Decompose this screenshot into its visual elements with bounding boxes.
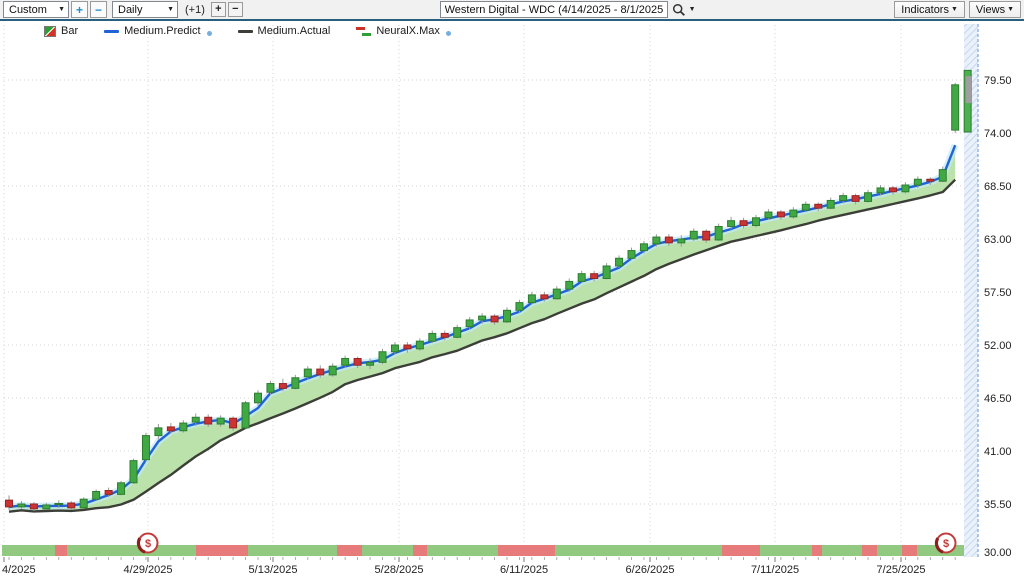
- y-axis-label: 30.00: [984, 547, 1012, 559]
- info-dot-icon: [445, 31, 451, 36]
- toolbar-right-group: Indicators ▼ Views ▼: [890, 1, 1022, 18]
- x-axis-label: 4/29/2025: [124, 564, 173, 576]
- candlestick-series: [5, 82, 960, 511]
- x-axis-labels: 4/2025 4/29/2025 5/13/2025 5/28/2025 6/11/20…: [2, 564, 925, 576]
- step-up-button[interactable]: +: [210, 2, 226, 17]
- dollar-icon: $: [943, 538, 949, 550]
- legend-item-neuralx-max[interactable]: NeuralX.Max: [356, 25, 451, 37]
- actual-line-icon: [237, 29, 253, 33]
- y-axis-label: 52.00: [984, 340, 1012, 352]
- x-axis-label: 6/11/2025: [500, 564, 548, 576]
- predict-line-icon: [104, 29, 120, 33]
- chevron-down-icon: ▼: [1007, 6, 1015, 13]
- y-axis-label: 74.00: [984, 128, 1012, 140]
- toolbar-center-group: ▼: [439, 1, 696, 18]
- legend-neural-label: NeuralX.Max: [376, 25, 440, 37]
- x-axis-label: 4/2025: [2, 564, 36, 576]
- legend-item-bar[interactable]: Bar: [44, 25, 78, 37]
- x-axis-label: 5/13/2025: [249, 564, 298, 576]
- y-axis-label: 57.50: [984, 287, 1012, 299]
- y-axis-label: 41.00: [984, 446, 1012, 458]
- dollar-icon: $: [145, 538, 151, 550]
- price-chart-canvas[interactable]: 4/2025 4/29/2025 5/13/2025 5/28/2025 6/11/20…: [0, 0, 1024, 582]
- range-select-value: Custom: [9, 3, 47, 16]
- x-axis-label: 6/26/2025: [626, 564, 675, 576]
- chevron-down-icon: ▼: [58, 6, 65, 13]
- legend-predict-label: Medium.Predict: [124, 25, 201, 37]
- chevron-down-icon: ▼: [950, 6, 958, 13]
- legend-item-medium-predict[interactable]: Medium.Predict: [104, 25, 212, 37]
- bar-offset-label: (+1): [185, 3, 205, 16]
- range-select[interactable]: Custom ▼: [3, 1, 69, 18]
- views-button[interactable]: Views ▼: [968, 1, 1022, 18]
- chart-legend: Bar Medium.Predict Medium.Actual NeuralX…: [44, 25, 451, 37]
- step-down-button[interactable]: −: [227, 2, 243, 17]
- search-icon: [672, 3, 685, 16]
- legend-bar-label: Bar: [61, 25, 79, 37]
- x-axis-label: 7/25/2025: [877, 564, 926, 576]
- y-axis-label: 68.50: [984, 181, 1012, 193]
- y-axis-label: 46.50: [984, 393, 1012, 405]
- chevron-down-icon: ▼: [167, 6, 174, 13]
- legend-item-medium-actual[interactable]: Medium.Actual: [237, 25, 331, 37]
- y-axis-label: 35.50: [984, 499, 1012, 511]
- y-axis-label: 63.00: [984, 234, 1012, 246]
- chevron-down-icon: ▼: [688, 6, 696, 13]
- zoom-out-button[interactable]: −: [90, 1, 107, 18]
- bar-series-icon: [44, 25, 56, 37]
- neuralx-series-icon: [356, 26, 372, 36]
- x-axis-label: 5/28/2025: [375, 564, 424, 576]
- y-axis-labels: 79.50 74.00 68.50 63.00 57.50 52.00 46.50 41.00…: [984, 75, 1012, 559]
- toolbar-left-group: Custom ▼ + − Daily ▼ (+1) + −: [3, 1, 245, 18]
- charting-app-window: Custom ▼ + − Daily ▼ (+1) + − ▼: [0, 0, 1024, 582]
- x-axis-label: 7/11/2025: [751, 564, 799, 576]
- zoom-in-button[interactable]: +: [71, 1, 88, 18]
- toolbar: Custom ▼ + − Daily ▼ (+1) + − ▼: [0, 0, 1024, 21]
- forecast-bar: [963, 69, 972, 133]
- symbol-input[interactable]: [439, 1, 668, 18]
- symbol-search-control[interactable]: ▼: [672, 3, 696, 17]
- period-select[interactable]: Daily ▼: [112, 1, 178, 18]
- period-select-value: Daily: [118, 3, 143, 16]
- y-axis-label: 79.50: [984, 75, 1012, 87]
- legend-actual-label: Medium.Actual: [257, 25, 331, 37]
- x-axis-ticks: [3, 557, 956, 562]
- indicators-button[interactable]: Indicators ▼: [894, 1, 965, 18]
- info-dot-icon: [206, 31, 212, 36]
